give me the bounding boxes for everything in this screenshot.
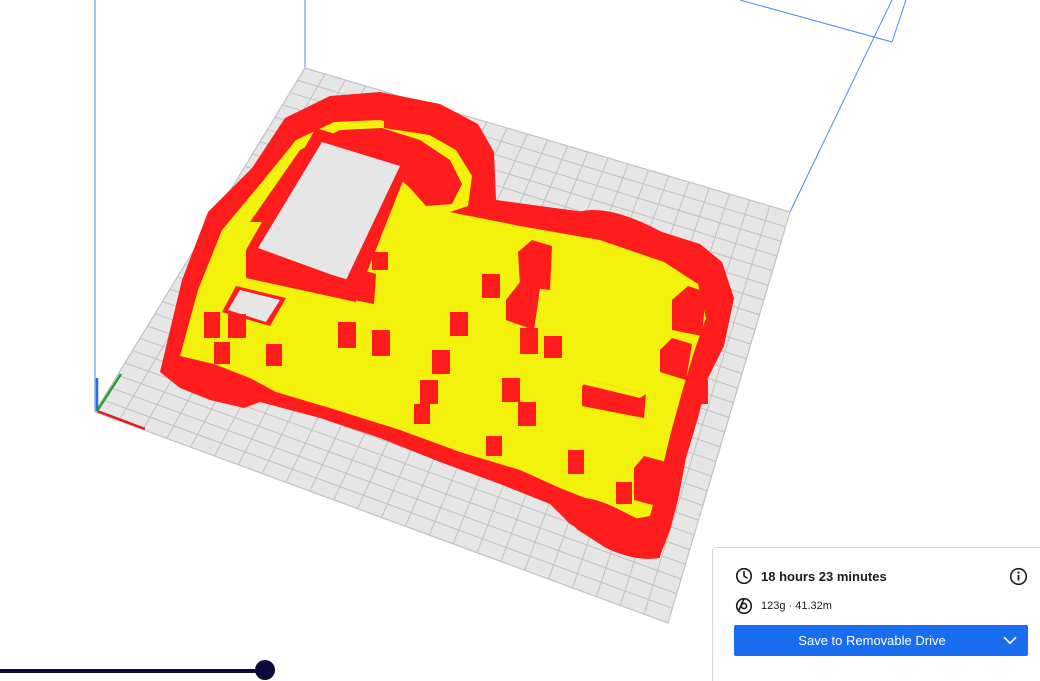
layer-slider-handle[interactable] [255,660,275,680]
info-icon[interactable] [1009,567,1028,586]
layer-slider-track[interactable] [0,669,266,673]
print-time: 18 hours 23 minutes [761,568,887,584]
chevron-down-icon[interactable] [992,625,1028,656]
layer-slider[interactable] [0,660,280,681]
print-info-panel: 18 hours 23 minutes 123g · 41.32m Save t… [712,547,1040,681]
save-button-label: Save to Removable Drive [798,633,946,648]
filament-spool-icon [735,597,753,615]
material-usage-row: 123g · 41.32m [735,597,832,615]
save-to-removable-drive-button[interactable]: Save to Removable Drive [734,625,1028,656]
clock-icon [735,567,753,585]
print-time-row: 18 hours 23 minutes [735,567,887,585]
material-usage: 123g · 41.32m [761,600,832,612]
